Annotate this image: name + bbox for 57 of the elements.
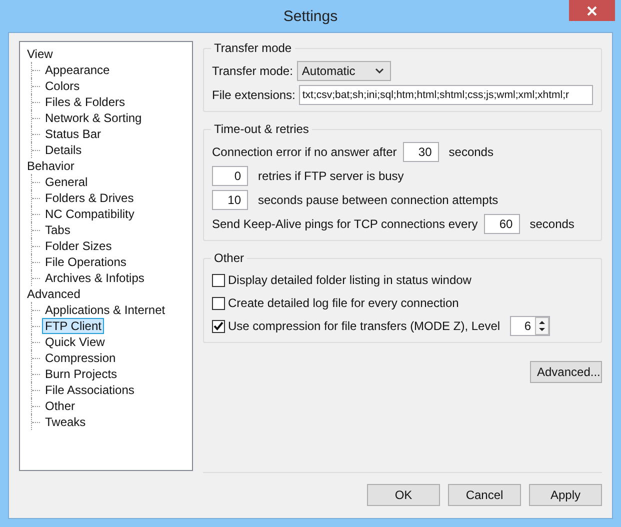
- chevron-down-icon: [374, 68, 384, 74]
- tree-item[interactable]: Folder Sizes: [42, 238, 115, 254]
- window-title: Settings: [283, 8, 338, 24]
- extensions-field[interactable]: txt;csv;bat;sh;ini;sql;htm;html;shtml;css;js;wml;xml;xhtml;r: [299, 85, 593, 105]
- checkbox-label: Use compression for file transfers (MODE Z), Level: [228, 319, 500, 333]
- number-field[interactable]: 0: [212, 166, 248, 186]
- checkbox-label: Display detailed folder listing in status window: [228, 273, 472, 287]
- tree-item[interactable]: NC Compatibility: [42, 206, 138, 222]
- tree-item[interactable]: Files & Folders: [42, 94, 128, 110]
- tree-item[interactable]: Colors: [42, 78, 83, 94]
- tree-item[interactable]: Other: [42, 398, 78, 414]
- checkbox[interactable]: [212, 320, 225, 332]
- group-title: Transfer mode: [213, 41, 293, 55]
- tree-item[interactable]: Burn Projects: [42, 366, 120, 382]
- tree-item[interactable]: Tabs: [42, 222, 74, 238]
- tree-item[interactable]: View: [24, 46, 56, 62]
- field-label: retries if FTP server is busy: [258, 169, 404, 183]
- field-label: Transfer mode:: [212, 64, 293, 78]
- dialog-button[interactable]: Apply: [529, 484, 602, 506]
- tree-item[interactable]: Applications & Internet: [42, 302, 168, 318]
- group-title: Time-out & retries: [213, 122, 310, 136]
- tree-item[interactable]: FTP Client: [42, 318, 104, 334]
- close-button[interactable]: [569, 0, 615, 21]
- tree-item[interactable]: Folders & Drives: [42, 190, 137, 206]
- field-label: Send Keep-Alive pings for TCP connections every: [212, 217, 478, 231]
- tree-item[interactable]: Behavior: [24, 158, 78, 174]
- dialog-button[interactable]: OK: [367, 484, 440, 506]
- checkbox-label: Create detailed log file for every connection: [228, 296, 459, 310]
- field-label: Connection error if no answer after: [212, 145, 397, 159]
- tree-item[interactable]: Status Bar: [42, 126, 104, 142]
- tree-item[interactable]: Details: [42, 142, 85, 158]
- group-title: Other: [213, 251, 246, 265]
- tree-item[interactable]: Advanced: [24, 286, 84, 302]
- tree-item[interactable]: File Operations: [42, 254, 130, 270]
- transfer-mode-dropdown[interactable]: Automatic: [296, 61, 391, 81]
- close-icon: [587, 6, 597, 16]
- field-label: File extensions:: [212, 88, 296, 102]
- checkbox[interactable]: [212, 274, 225, 286]
- field-label: seconds pause between connection attempts: [258, 193, 498, 207]
- level-spinner[interactable]: 6: [510, 316, 550, 336]
- advanced-button[interactable]: Advanced...: [530, 361, 602, 383]
- tree-item[interactable]: Tweaks: [42, 414, 89, 430]
- number-field[interactable]: 10: [212, 190, 248, 210]
- tree-item[interactable]: Network & Sorting: [42, 110, 145, 126]
- checkbox[interactable]: [212, 296, 225, 310]
- tree-item[interactable]: Quick View: [42, 334, 108, 350]
- spinner-arrows-icon[interactable]: [535, 317, 550, 335]
- dialog-button[interactable]: Cancel: [448, 484, 521, 506]
- unit-label: seconds: [530, 217, 574, 231]
- tree-item[interactable]: General: [42, 174, 91, 190]
- tree-item[interactable]: Archives & Infotips: [42, 270, 148, 286]
- number-field[interactable]: 30: [402, 142, 439, 162]
- tree-item[interactable]: File Associations: [42, 382, 138, 398]
- tree-item[interactable]: Compression: [42, 350, 119, 366]
- unit-label: seconds: [448, 145, 494, 159]
- tree-item[interactable]: Appearance: [42, 62, 113, 78]
- number-field[interactable]: 60: [484, 214, 520, 234]
